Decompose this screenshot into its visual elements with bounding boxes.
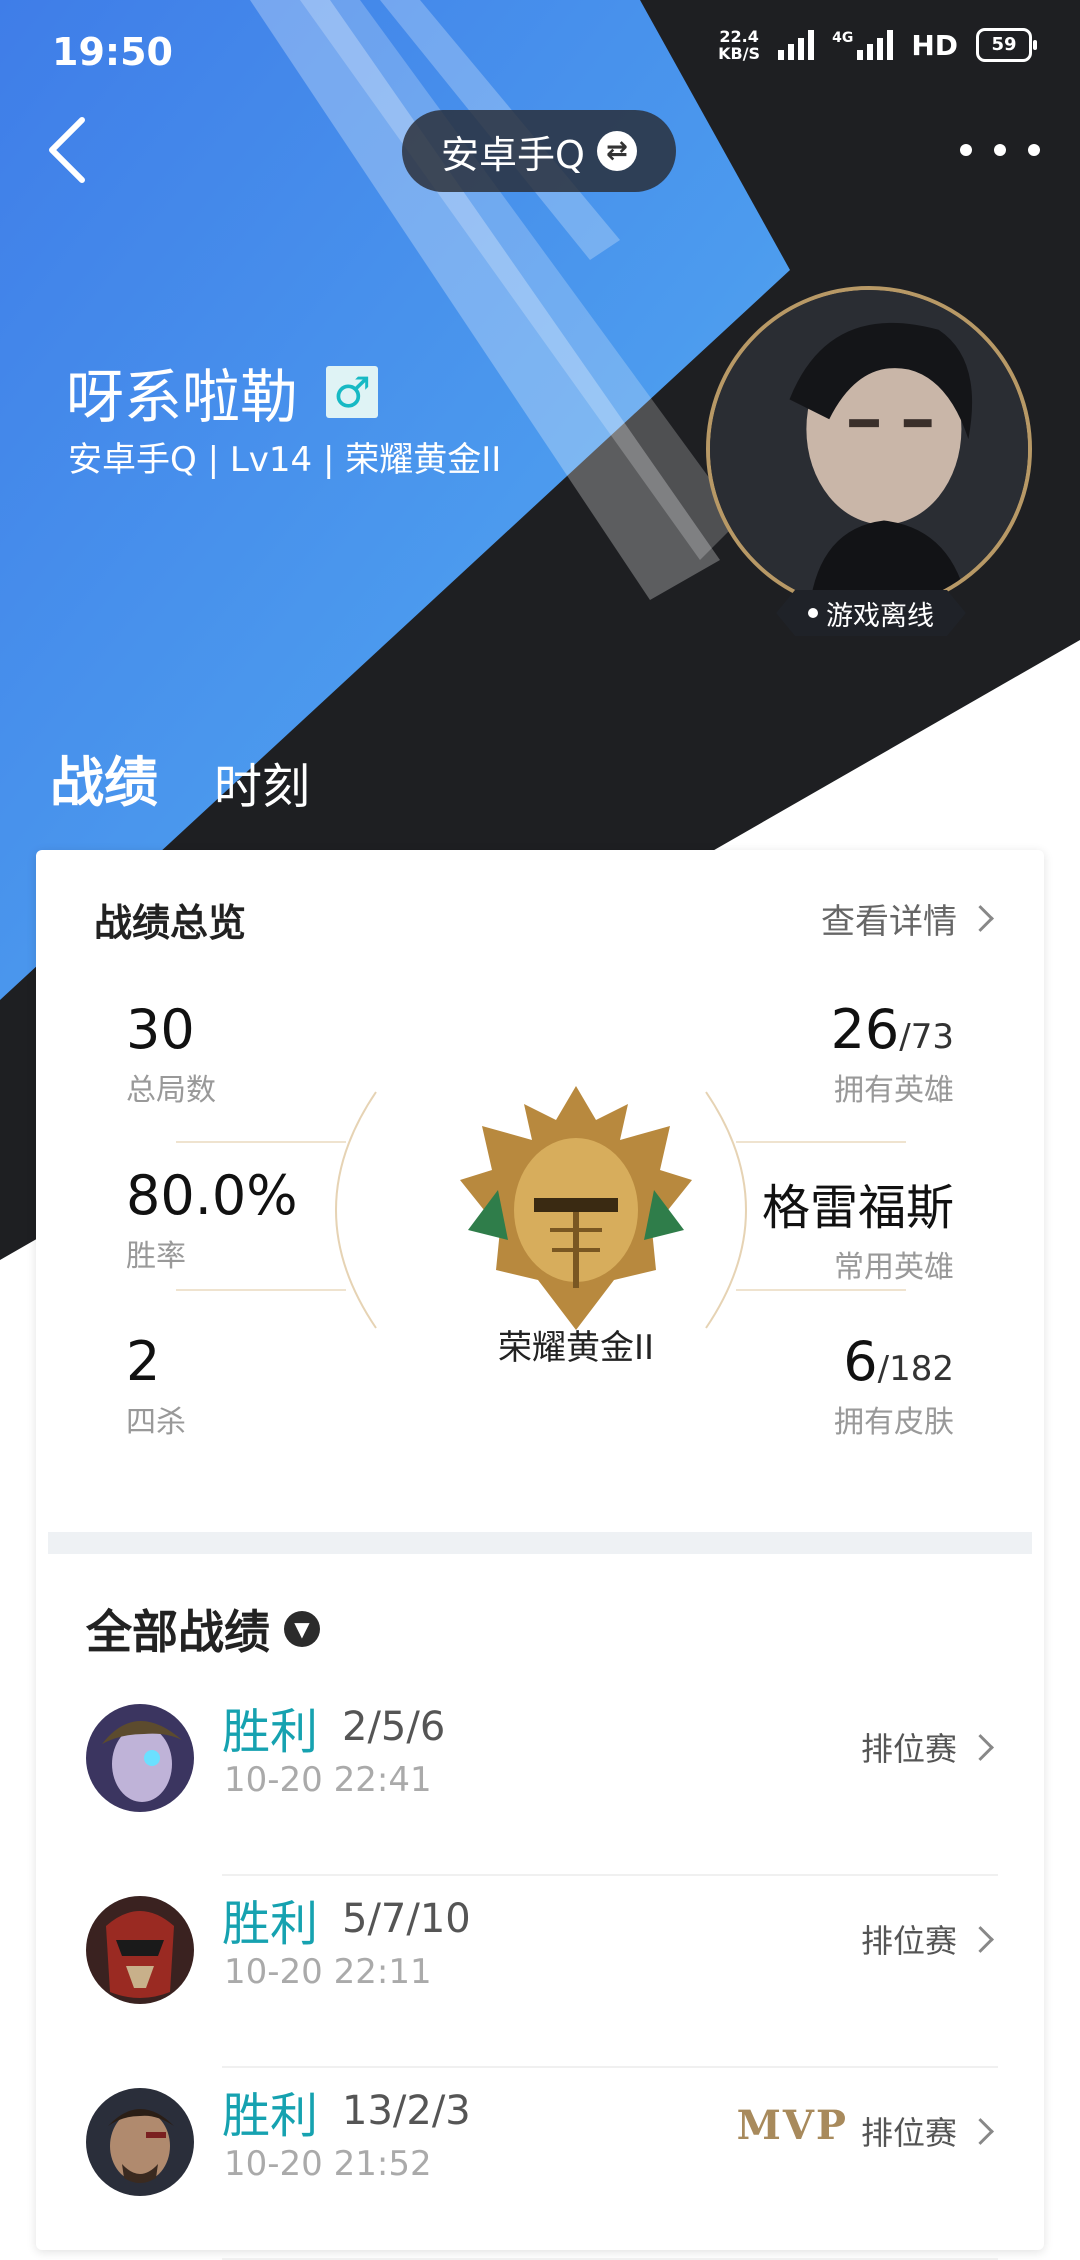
match-row[interactable]: 胜利 5/7/10 10-20 22:11 排位赛 (36, 1876, 1044, 2068)
network-speed: 22.4 KB/S (718, 27, 761, 63)
avatar[interactable] (706, 286, 1032, 612)
male-icon: ♂ (326, 366, 379, 418)
battery-icon: 59 (976, 28, 1037, 62)
status-dot-icon (808, 608, 818, 618)
match-time: 10-20 21:52 (224, 2144, 432, 2184)
match-result: 胜利 (222, 1704, 319, 1760)
all-matches-filter[interactable]: 全部战绩 ▼ (86, 1596, 320, 1662)
match-time: 10-20 22:41 (224, 1760, 432, 1800)
signal-4g-icon: 4G (832, 30, 894, 60)
stat-quadra-kills: 2 四杀 (126, 1330, 186, 1440)
champion-avatar (86, 2088, 194, 2196)
clock: 19:50 (52, 30, 173, 74)
champion-avatar (86, 1704, 194, 1812)
match-kda: 5/7/10 (342, 1896, 471, 1942)
gold-rank-emblem-icon (460, 1086, 692, 1330)
match-kda: 2/5/6 (342, 1704, 446, 1750)
chevron-right-icon (967, 905, 994, 932)
match-type: 排位赛 (861, 1916, 994, 1962)
more-options-button[interactable] (960, 130, 1040, 170)
chevron-left-icon (49, 117, 85, 183)
all-matches-title: 全部战绩 (86, 1605, 270, 1659)
view-details-link[interactable]: 查看详情 (821, 894, 994, 943)
player-subinfo: 安卓手Q | Lv14 | 荣耀黄金II (68, 440, 502, 480)
online-status-badge: 游戏离线 (776, 590, 966, 636)
tab-record[interactable]: 战绩 (50, 738, 158, 857)
chevron-right-icon (967, 1733, 994, 1761)
back-button[interactable] (44, 112, 104, 188)
profile-tabs: 战绩 时刻 (50, 738, 310, 857)
more-dot-icon (1028, 144, 1040, 156)
match-kda: 13/2/3 (342, 2088, 471, 2134)
chevron-down-icon: ▼ (284, 1611, 320, 1647)
match-row[interactable]: 胜利 2/5/6 10-20 22:41 排位赛 (36, 1684, 1044, 1876)
match-row[interactable]: 胜利 13/2/3 10-20 21:52 MVP 排位赛 (36, 2068, 1044, 2260)
more-dot-icon (960, 144, 972, 156)
account-switch-button[interactable]: 安卓手Q ⇄ (402, 110, 676, 192)
match-type: 排位赛 (861, 1724, 994, 1770)
record-card: 战绩总览 查看详情 30 总局数 80.0% 胜率 2 四杀 26/73 拥有英… (36, 850, 1044, 2260)
tab-moments[interactable]: 时刻 (214, 747, 310, 817)
mvp-badge: MVP (736, 2102, 848, 2149)
match-result: 胜利 (222, 2088, 319, 2144)
overview-title: 战绩总览 (94, 901, 247, 945)
avatar-photo (710, 290, 1028, 608)
match-type: 排位赛 (861, 2108, 994, 2154)
account-switch-label: 安卓手Q (441, 132, 585, 177)
chevron-right-icon (967, 1925, 994, 1953)
section-divider (48, 1532, 1032, 1554)
status-bar: 19:50 22.4 KB/S 4G HD 59 (0, 0, 1080, 110)
player-name: 呀系啦勒 ♂ (66, 350, 379, 434)
nickname: 呀系啦勒 (66, 363, 299, 431)
signal-icon (778, 30, 815, 60)
champion-avatar (86, 1896, 194, 2004)
more-dot-icon (994, 144, 1006, 156)
rank-name: 荣耀黄金II (497, 1328, 655, 1368)
chevron-right-icon (967, 2117, 994, 2145)
match-time: 10-20 22:11 (224, 1952, 432, 1992)
swap-icon: ⇄ (596, 131, 637, 171)
stat-owned-skins[interactable]: 6/182 拥有皮肤 (834, 1330, 954, 1441)
match-result: 胜利 (222, 1896, 319, 1952)
hd-voice-icon: HD (911, 28, 958, 62)
